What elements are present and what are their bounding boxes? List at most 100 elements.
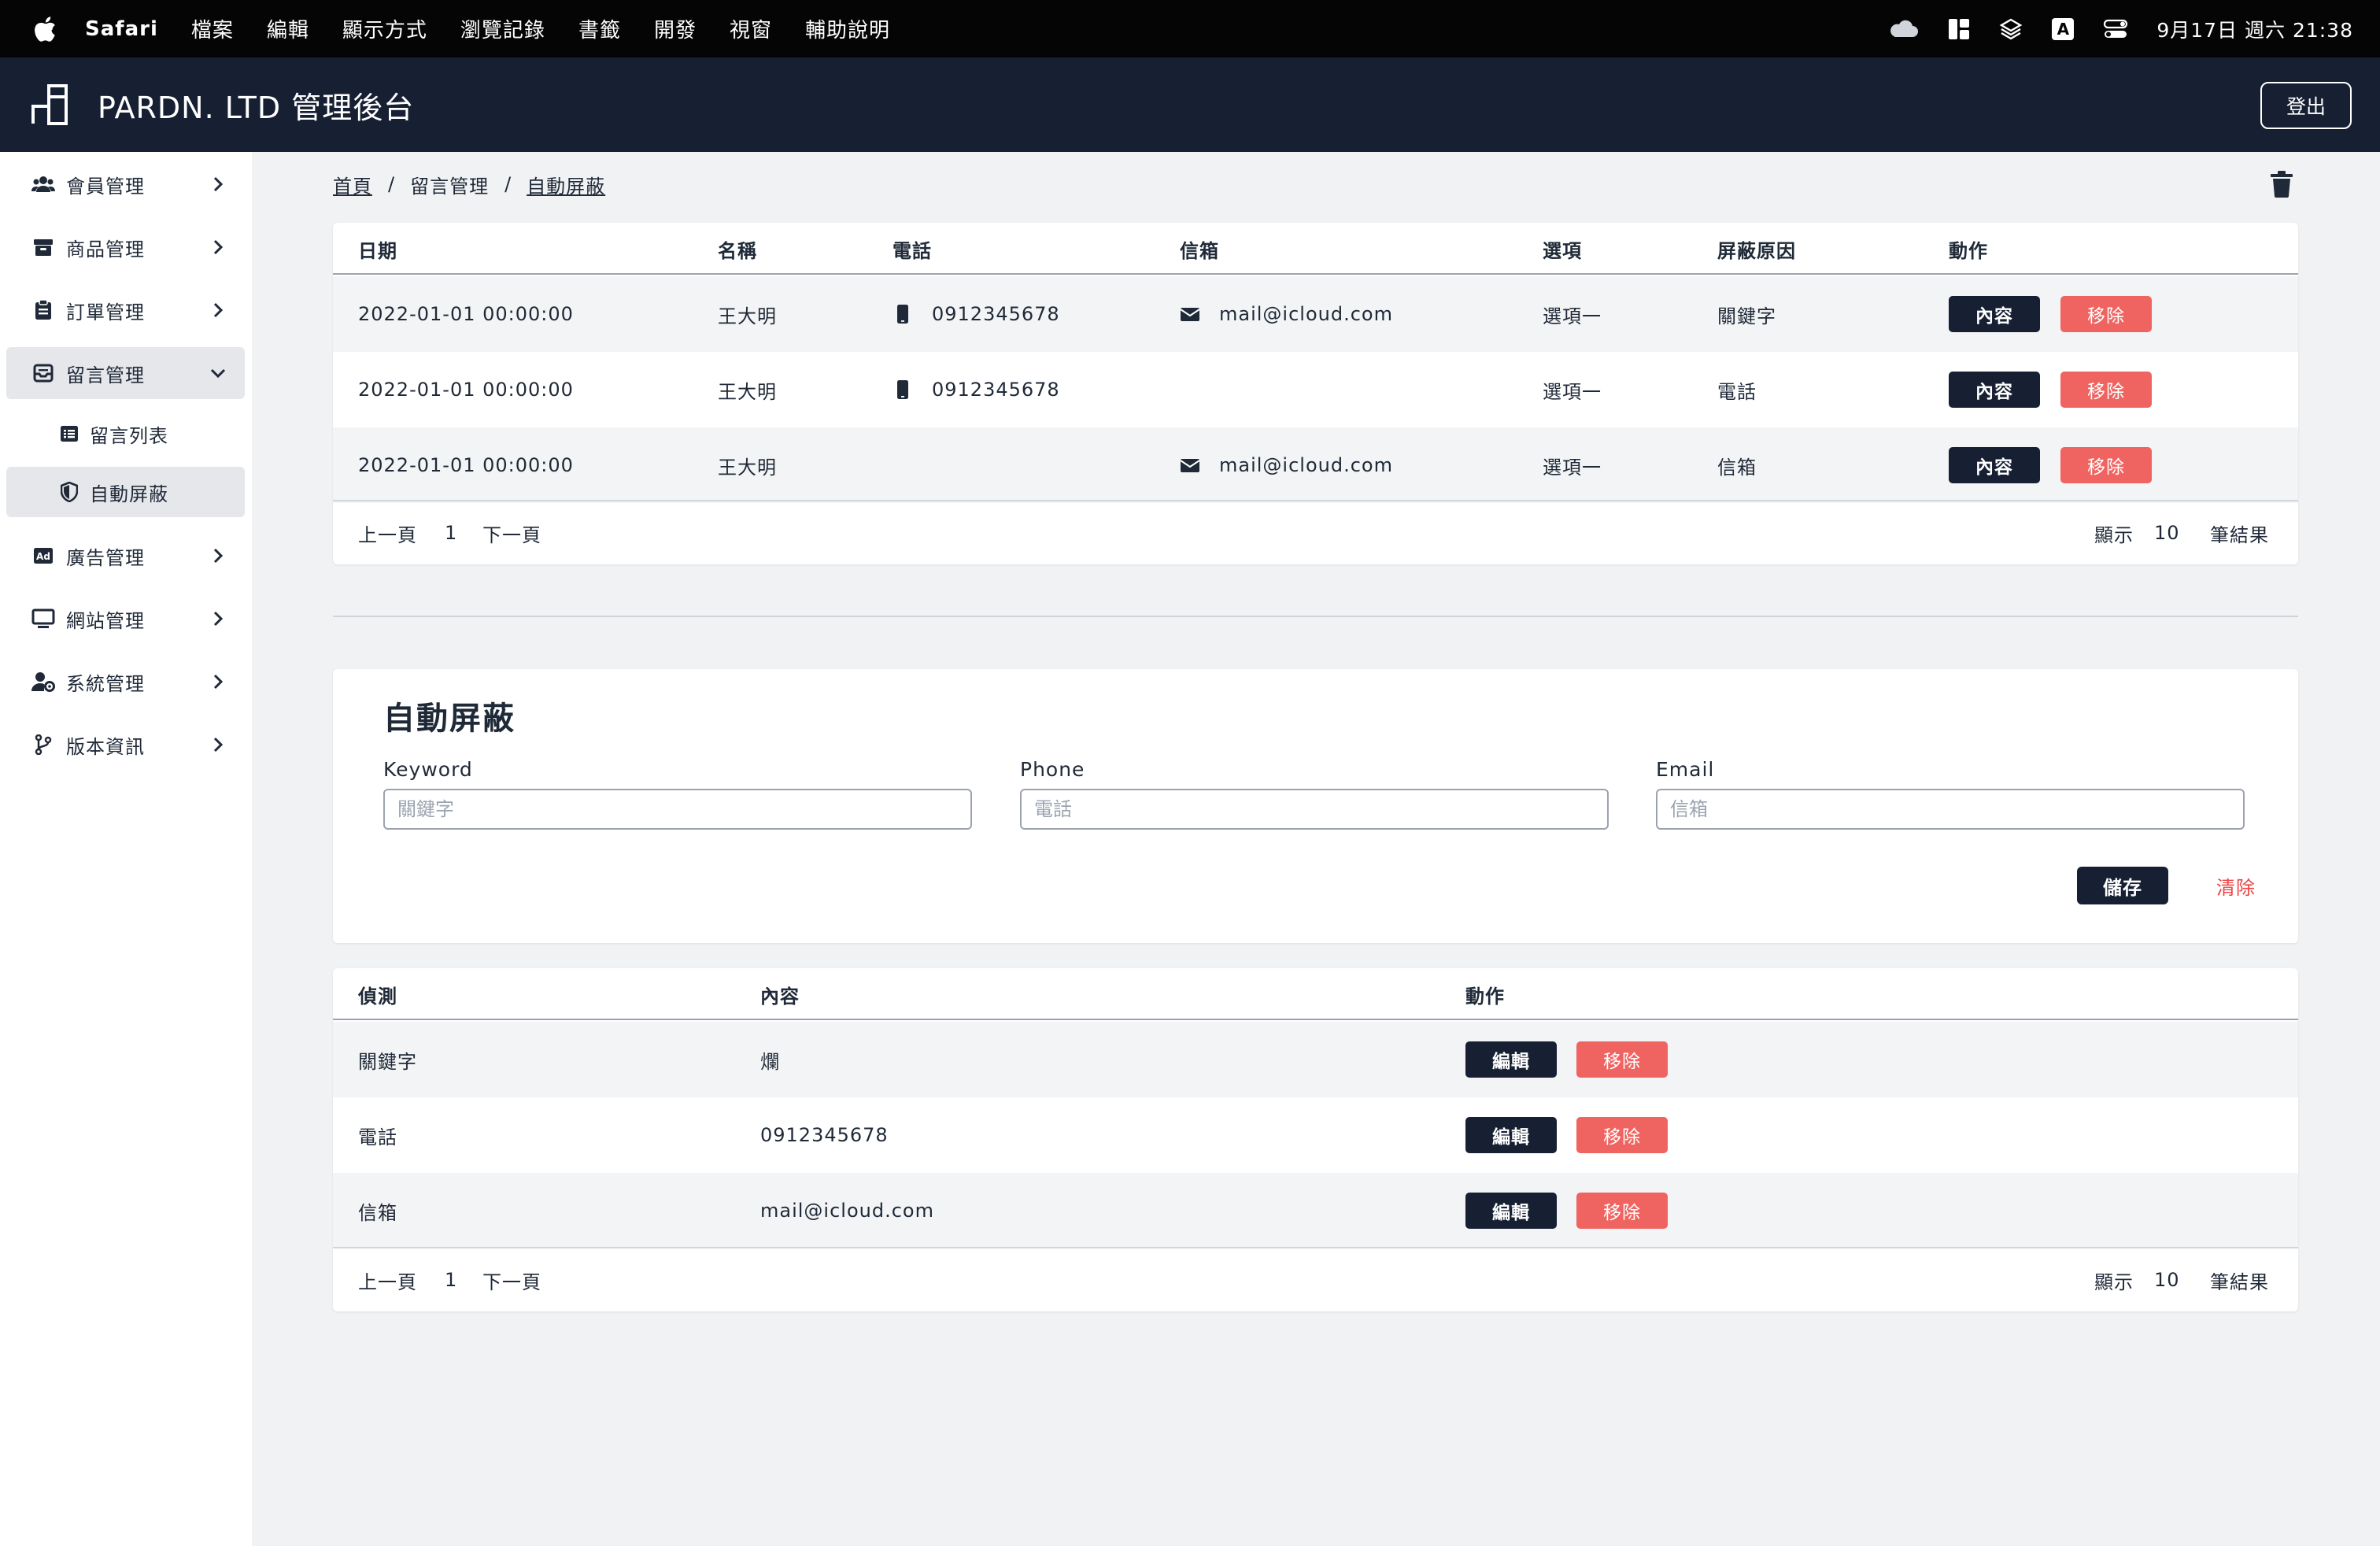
layers-icon[interactable] xyxy=(1999,17,2023,41)
sidebar-item-version[interactable]: 版本資訊 xyxy=(6,719,245,771)
sidebar-item-members[interactable]: 會員管理 xyxy=(6,158,245,210)
cell-phone: 0912345678 xyxy=(893,276,1060,352)
window-layout-icon[interactable] xyxy=(1947,17,1971,41)
input-method-icon[interactable]: A xyxy=(2051,17,2075,41)
menu-help[interactable]: 輔助說明 xyxy=(805,14,890,43)
control-center-icon[interactable] xyxy=(2103,18,2128,40)
cell-name: 王大明 xyxy=(718,380,777,403)
chevron-right-icon xyxy=(209,301,227,320)
edit-button[interactable]: 編輯 xyxy=(1465,1117,1557,1153)
apple-logo-icon[interactable] xyxy=(33,16,57,43)
cell-reason: 信箱 xyxy=(1717,456,1757,479)
envelope-icon xyxy=(1180,455,1200,475)
pagination-results-label: 筆結果 xyxy=(2210,523,2269,546)
column-header-phone: 電話 xyxy=(893,239,932,262)
breadcrumb-separator: / xyxy=(504,173,512,195)
pagination-page-1[interactable]: 1 xyxy=(445,501,457,564)
content-button[interactable]: 內容 xyxy=(1949,447,2040,483)
pagination-next[interactable]: 下一頁 xyxy=(482,1248,541,1311)
cell-option: 選項一 xyxy=(1543,305,1602,327)
sidebar-item-products[interactable]: 商品管理 xyxy=(6,221,245,273)
phone-input[interactable] xyxy=(1020,789,1609,830)
sidebar-item-label: 系統管理 xyxy=(66,672,145,695)
block-rules-table: 偵測 內容 動作 關鍵字 爛 編輯 移除 電話 0912345678 編輯 移除… xyxy=(333,968,2298,1311)
user-gear-icon xyxy=(31,670,55,693)
menu-edit[interactable]: 編輯 xyxy=(267,14,309,43)
menu-app-safari[interactable]: Safari xyxy=(85,17,158,41)
menu-window[interactable]: 視窗 xyxy=(730,14,772,43)
trash-icon[interactable] xyxy=(2270,170,2293,198)
sidebar-item-comments[interactable]: 留言管理 xyxy=(6,347,245,399)
ad-icon: Ad xyxy=(31,544,55,568)
remove-button[interactable]: 移除 xyxy=(1576,1193,1668,1229)
edit-button[interactable]: 編輯 xyxy=(1465,1041,1557,1078)
cell-date: 2022-01-01 00:00:00 xyxy=(358,303,574,325)
sidebar-item-website[interactable]: 網站管理 xyxy=(6,593,245,645)
blocked-messages-table: 日期 名稱 電話 信箱 選項 屏蔽原因 動作 2022-01-01 00:00:… xyxy=(333,223,2298,564)
column-header-action: 動作 xyxy=(1465,985,1505,1008)
menu-develop[interactable]: 開發 xyxy=(654,14,697,43)
breadcrumb-current[interactable]: 自動屏蔽 xyxy=(527,171,605,198)
sidebar-item-label: 網站管理 xyxy=(66,609,145,632)
cell-phone: 0912345678 xyxy=(893,352,1060,427)
content-button[interactable]: 內容 xyxy=(1949,372,2040,408)
table-header: 日期 名稱 電話 信箱 選項 屏蔽原因 動作 xyxy=(333,223,2298,275)
column-header-date: 日期 xyxy=(358,239,397,262)
menu-view[interactable]: 顯示方式 xyxy=(342,14,427,43)
sidebar-subitem-comment-list[interactable]: 留言列表 xyxy=(6,409,245,459)
remove-button[interactable]: 移除 xyxy=(1576,1041,1668,1078)
sidebar-subitem-label: 自動屏蔽 xyxy=(90,483,168,505)
sidebar-item-ads[interactable]: Ad 廣告管理 xyxy=(6,530,245,582)
cell-email: mail@icloud.com xyxy=(1180,427,1393,503)
sidebar-item-label: 商品管理 xyxy=(66,238,145,261)
chevron-right-icon xyxy=(209,735,227,754)
pagination-show-label: 顯示 xyxy=(2094,523,2134,546)
auto-block-form: 自動屏蔽 Keyword Phone Email 儲存 清除 xyxy=(333,669,2298,943)
users-icon xyxy=(31,172,55,196)
chevron-right-icon xyxy=(209,238,227,257)
cell-date: 2022-01-01 00:00:00 xyxy=(358,379,574,401)
save-button[interactable]: 儲存 xyxy=(2077,867,2168,904)
cell-name: 王大明 xyxy=(718,305,777,327)
pagination-results-label: 筆結果 xyxy=(2210,1270,2269,1293)
table-row: 關鍵字 爛 編輯 移除 xyxy=(333,1022,2298,1097)
remove-button[interactable]: 移除 xyxy=(1576,1117,1668,1153)
menu-file[interactable]: 檔案 xyxy=(191,14,234,43)
pagination-prev[interactable]: 上一頁 xyxy=(358,1248,417,1311)
content-button[interactable]: 內容 xyxy=(1949,296,2040,332)
menu-history[interactable]: 瀏覽記錄 xyxy=(460,14,545,43)
remove-button[interactable]: 移除 xyxy=(2060,372,2152,408)
pagination-per-page[interactable]: 10 xyxy=(2154,501,2180,564)
pagination-next[interactable]: 下一頁 xyxy=(482,501,541,564)
remove-button[interactable]: 移除 xyxy=(2060,296,2152,332)
macos-menu-bar: Safari 檔案 編輯 顯示方式 瀏覽記錄 書籤 開發 視窗 輔助說明 A 9… xyxy=(0,0,2380,57)
keyword-input[interactable] xyxy=(383,789,972,830)
email-input[interactable] xyxy=(1656,789,2245,830)
sidebar-item-label: 廣告管理 xyxy=(66,546,145,569)
pagination-per-page[interactable]: 10 xyxy=(2154,1248,2180,1311)
column-header-content: 內容 xyxy=(760,985,800,1008)
edit-button[interactable]: 編輯 xyxy=(1465,1193,1557,1229)
breadcrumb-home[interactable]: 首頁 xyxy=(333,171,372,198)
remove-button[interactable]: 移除 xyxy=(2060,447,2152,483)
sidebar-subitem-auto-block[interactable]: 自動屏蔽 xyxy=(6,467,245,517)
pagination-prev[interactable]: 上一頁 xyxy=(358,501,417,564)
cell-email-value: mail@icloud.com xyxy=(1219,303,1393,325)
column-header-name: 名稱 xyxy=(718,239,757,262)
sidebar-item-label: 留言管理 xyxy=(66,364,145,386)
sidebar-item-system[interactable]: 系統管理 xyxy=(6,656,245,708)
table-row: 2022-01-01 00:00:00 王大明 0912345678 選項一 電… xyxy=(333,352,2298,427)
envelope-icon xyxy=(1180,304,1200,324)
sidebar-subitem-label: 留言列表 xyxy=(90,424,168,447)
column-header-reason: 屏蔽原因 xyxy=(1717,239,1796,262)
logout-button[interactable]: 登出 xyxy=(2260,82,2352,129)
menu-clock[interactable]: 9月17日 週六 21:38 xyxy=(2156,15,2353,43)
icloud-icon[interactable] xyxy=(1887,20,1919,39)
pagination-page-1[interactable]: 1 xyxy=(445,1248,457,1311)
table-row: 信箱 mail@icloud.com 編輯 移除 xyxy=(333,1173,2298,1248)
clear-button[interactable]: 清除 xyxy=(2204,867,2267,904)
menu-bookmarks[interactable]: 書籤 xyxy=(578,14,621,43)
cell-content: 爛 xyxy=(760,1050,780,1073)
sidebar-item-orders[interactable]: 訂單管理 xyxy=(6,284,245,336)
pagination: 上一頁 1 下一頁 顯示 10 筆結果 xyxy=(333,500,2298,564)
